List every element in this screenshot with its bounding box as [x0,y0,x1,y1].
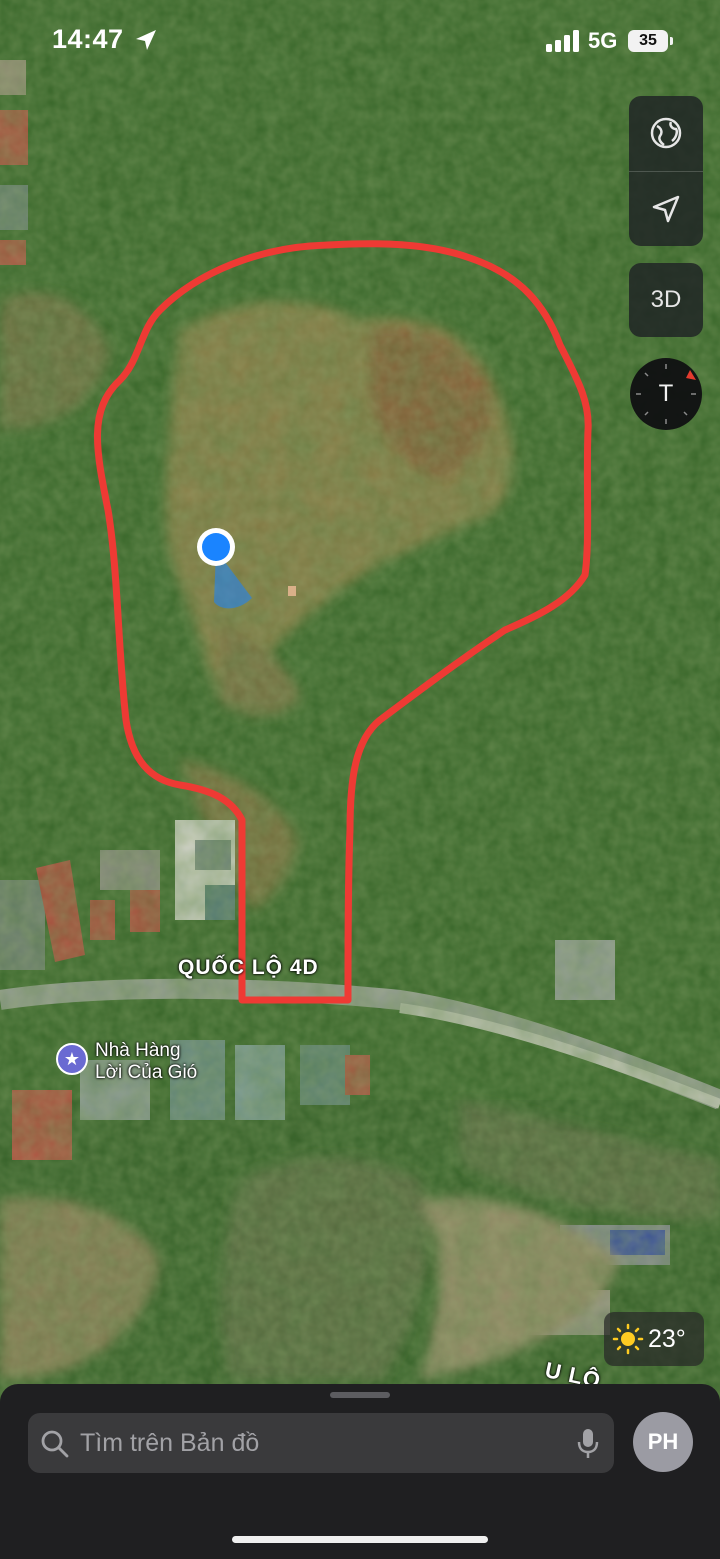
road-label: QUỐC LỘ 4D [178,956,319,979]
cellular-signal-icon [546,30,579,52]
location-arrow-icon [652,195,680,223]
sun-icon [612,1323,644,1355]
poi-name-line2: Lời Của Gió [95,1062,198,1083]
avatar[interactable]: PH [633,1412,693,1472]
weather-badge[interactable]: 23° [604,1312,704,1366]
poi-name-line1: Nhà Hàng [95,1040,181,1061]
map-marker [288,586,296,596]
bottom-sheet[interactable]: Tìm trên Bản đồ PH [0,1384,720,1559]
current-location-button[interactable] [629,172,703,246]
search-placeholder: Tìm trên Bản đồ [80,1429,260,1457]
globe-icon [650,117,682,149]
network-type: 5G [588,28,618,53]
microphone-icon[interactable] [576,1427,600,1461]
battery-icon: 35 [628,30,674,52]
3d-toggle-button[interactable]: 3D [629,263,703,337]
status-bar: 14:47 5G 35 [0,0,720,80]
status-time: 14:47 [52,24,124,54]
battery-level: 35 [628,30,668,52]
compass-button[interactable]: T [630,358,702,430]
temperature: 23° [648,1325,686,1353]
search-input[interactable]: Tìm trên Bản đồ [28,1413,614,1473]
location-services-icon [136,30,156,50]
sheet-grabber[interactable] [330,1392,390,1398]
star-icon[interactable]: ★ [56,1043,88,1075]
compass-label: T [658,380,674,407]
map-style-button[interactable] [629,96,703,170]
map-controls [629,96,703,246]
home-indicator[interactable] [232,1536,488,1543]
poi-label[interactable]: Nhà Hàng Lời Của Gió [95,1040,197,1084]
search-icon [41,1430,69,1458]
